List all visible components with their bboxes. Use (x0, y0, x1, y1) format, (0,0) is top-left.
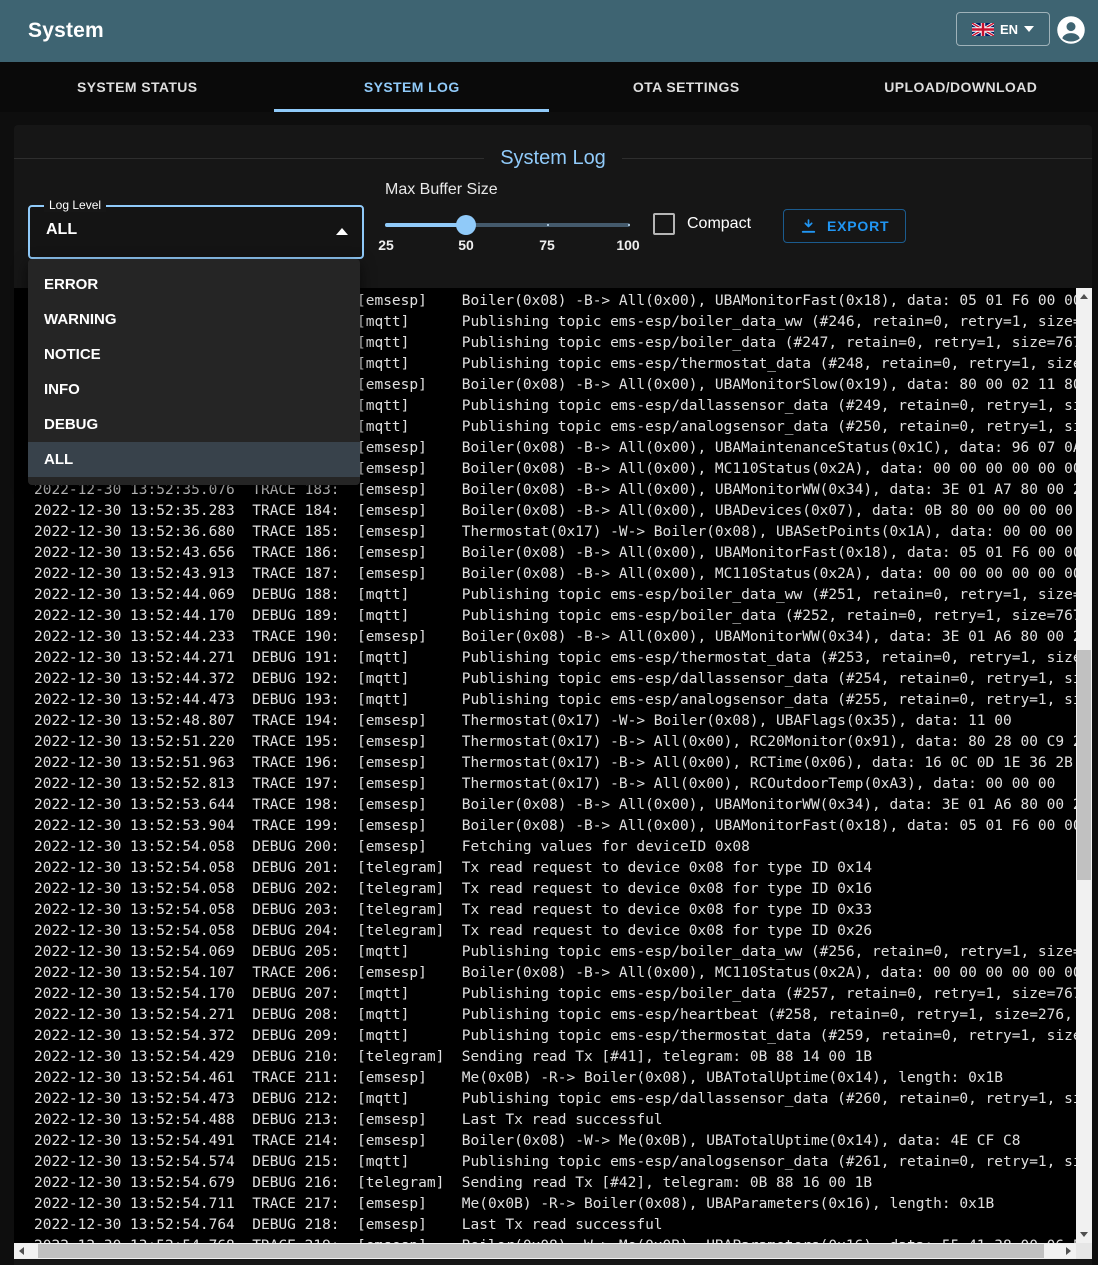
log-row: 2022-12-30 13:52:54.058 DEBUG 202: [tele… (14, 879, 1076, 900)
mark-75: 75 (539, 237, 555, 253)
language-selector[interactable]: EN (956, 12, 1050, 46)
log-row: 2022-12-30 13:52:48.807 TRACE 194: [emse… (14, 711, 1076, 732)
chevron-up-icon (336, 228, 348, 235)
log-row: 2022-12-30 13:52:54.711 TRACE 217: [emse… (14, 1194, 1076, 1215)
log-row: 2022-12-30 13:52:36.680 TRACE 185: [emse… (14, 522, 1076, 543)
compact-checkbox[interactable] (653, 213, 675, 235)
scroll-up-arrow-icon[interactable] (1080, 294, 1088, 299)
vertical-scrollbar[interactable] (1076, 288, 1092, 1243)
buffer-size-slider[interactable] (385, 223, 630, 227)
menu-item-info[interactable]: INFO (28, 372, 360, 407)
log-row: 2022-12-30 13:52:52.813 TRACE 197: [emse… (14, 774, 1076, 795)
buffer-size-group: Max Buffer Size 25 50 75 100 (385, 181, 645, 199)
slider-mark-dot (547, 224, 549, 226)
log-row: 2022-12-30 13:52:54.170 DEBUG 207: [mqtt… (14, 984, 1076, 1005)
log-row: 2022-12-30 13:52:54.058 DEBUG 201: [tele… (14, 858, 1076, 879)
log-row: 2022-12-30 13:52:54.058 DEBUG 203: [tele… (14, 900, 1076, 921)
panel-title-row: System Log (14, 147, 1092, 170)
active-tab-indicator (274, 109, 549, 112)
export-button[interactable]: EXPORT (783, 209, 906, 243)
log-row: 2022-12-30 13:52:51.220 TRACE 195: [emse… (14, 732, 1076, 753)
tab-system-status[interactable]: SYSTEM STATUS (0, 62, 275, 112)
panel-title: System Log (484, 147, 622, 170)
log-row: 2022-12-30 13:52:44.170 DEBUG 189: [mqtt… (14, 606, 1076, 627)
log-row: 2022-12-30 13:52:54.058 DEBUG 200: [emse… (14, 837, 1076, 858)
tab-system-log[interactable]: SYSTEM LOG (275, 62, 550, 112)
account-circle-icon (1056, 15, 1086, 45)
log-row: 2022-12-30 13:52:44.372 DEBUG 192: [mqtt… (14, 669, 1076, 690)
buffer-size-label: Max Buffer Size (385, 181, 645, 199)
tab-upload-download[interactable]: UPLOAD/DOWNLOAD (824, 62, 1098, 112)
log-row: 2022-12-30 13:52:54.461 TRACE 211: [emse… (14, 1068, 1076, 1089)
export-label: EXPORT (827, 218, 889, 234)
log-row: 2022-12-30 13:52:54.488 DEBUG 213: [emse… (14, 1110, 1076, 1131)
scrollbar-corner (1076, 1243, 1092, 1259)
log-row: 2022-12-30 13:52:53.904 TRACE 199: [emse… (14, 816, 1076, 837)
chevron-down-icon (1024, 26, 1034, 32)
log-row: 2022-12-30 13:52:54.764 DEBUG 218: [emse… (14, 1215, 1076, 1236)
divider (622, 158, 1092, 159)
log-row: 2022-12-30 13:52:44.473 DEBUG 193: [mqtt… (14, 690, 1076, 711)
log-row: 2022-12-30 13:52:54.107 TRACE 206: [emse… (14, 963, 1076, 984)
account-button[interactable] (1056, 15, 1086, 45)
log-row: 2022-12-30 13:52:54.372 DEBUG 209: [mqtt… (14, 1026, 1076, 1047)
log-level-label: Log Level (44, 198, 106, 212)
log-row: 2022-12-30 13:52:54.271 DEBUG 208: [mqtt… (14, 1005, 1076, 1026)
log-row: 2022-12-30 13:52:54.069 DEBUG 205: [mqtt… (14, 942, 1076, 963)
log-row: 2022-12-30 13:52:54.574 DEBUG 215: [mqtt… (14, 1152, 1076, 1173)
horizontal-scrollbar-thumb[interactable] (38, 1244, 1044, 1258)
log-row: 2022-12-30 13:52:53.644 TRACE 198: [emse… (14, 795, 1076, 816)
log-row: 2022-12-30 13:52:44.271 DEBUG 191: [mqtt… (14, 648, 1076, 669)
log-row: 2022-12-30 13:52:44.233 TRACE 190: [emse… (14, 627, 1076, 648)
log-row: 2022-12-30 13:52:54.491 TRACE 214: [emse… (14, 1131, 1076, 1152)
vertical-scrollbar-thumb[interactable] (1077, 650, 1091, 880)
log-row: 2022-12-30 13:52:54.429 DEBUG 210: [tele… (14, 1047, 1076, 1068)
uk-flag-icon (972, 23, 994, 36)
mark-25: 25 (378, 237, 394, 253)
slider-mark-dot (628, 224, 630, 226)
slider-thumb[interactable] (456, 215, 476, 235)
tab-bar: SYSTEM STATUS SYSTEM LOG OTA SETTINGS UP… (0, 62, 1098, 112)
menu-item-error[interactable]: ERROR (28, 267, 360, 302)
divider (14, 158, 484, 159)
menu-item-debug[interactable]: DEBUG (28, 407, 360, 442)
log-row: 2022-12-30 13:52:43.656 TRACE 186: [emse… (14, 543, 1076, 564)
log-row: 2022-12-30 13:52:54.679 DEBUG 216: [tele… (14, 1173, 1076, 1194)
compact-label: Compact (687, 215, 751, 233)
slider-fill (385, 223, 466, 227)
scroll-left-arrow-icon[interactable] (19, 1247, 24, 1255)
language-label: EN (1000, 22, 1018, 37)
menu-item-warning[interactable]: WARNING (28, 302, 360, 337)
tab-ota-settings[interactable]: OTA SETTINGS (549, 62, 824, 112)
mark-50: 50 (458, 237, 474, 253)
log-row: 2022-12-30 13:52:54.768 TRACE 219: [emse… (14, 1236, 1076, 1243)
app-bar: System EN (0, 0, 1098, 62)
compact-checkbox-row[interactable]: Compact (653, 213, 751, 235)
mark-100: 100 (616, 237, 639, 253)
log-row: 2022-12-30 13:52:54.058 DEBUG 204: [tele… (14, 921, 1076, 942)
log-level-value: ALL (46, 221, 77, 239)
menu-item-all[interactable]: ALL (28, 442, 360, 477)
download-icon (800, 218, 817, 235)
log-level-menu: ERROR WARNING NOTICE INFO DEBUG ALL (28, 259, 360, 485)
log-row: 2022-12-30 13:52:35.283 TRACE 184: [emse… (14, 501, 1076, 522)
menu-item-notice[interactable]: NOTICE (28, 337, 360, 372)
page-title: System (28, 19, 104, 43)
scroll-down-arrow-icon[interactable] (1080, 1232, 1088, 1237)
system-log-panel: System Log Log Level ALL ERROR WARNING N… (14, 125, 1092, 1265)
log-row: 2022-12-30 13:52:54.473 DEBUG 212: [mqtt… (14, 1089, 1076, 1110)
log-row: 2022-12-30 13:52:51.963 TRACE 196: [emse… (14, 753, 1076, 774)
horizontal-scrollbar[interactable] (14, 1243, 1076, 1259)
log-level-select[interactable]: Log Level ALL (28, 205, 364, 259)
scroll-right-arrow-icon[interactable] (1066, 1247, 1071, 1255)
log-row: 2022-12-30 13:52:43.913 TRACE 187: [emse… (14, 564, 1076, 585)
log-row: 2022-12-30 13:52:44.069 DEBUG 188: [mqtt… (14, 585, 1076, 606)
